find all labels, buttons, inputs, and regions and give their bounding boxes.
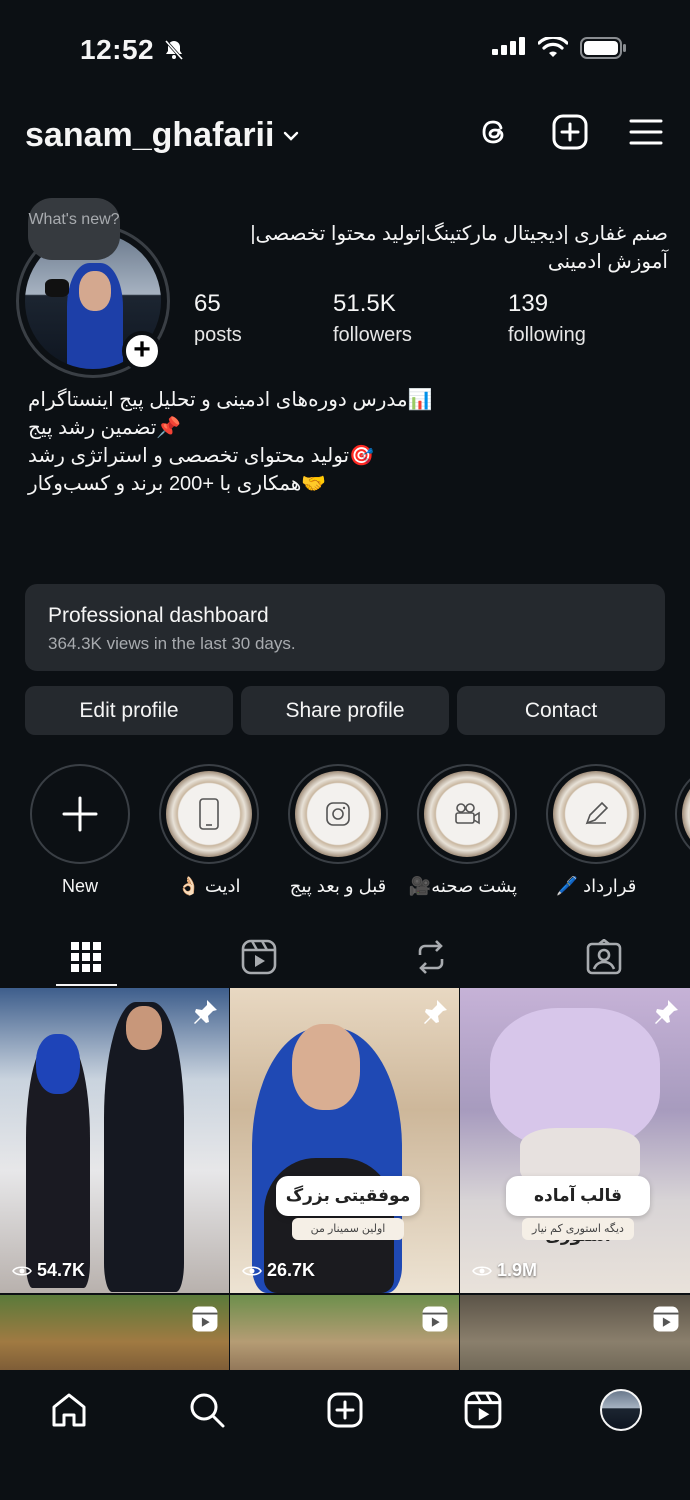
post-caption-sub: دیگه استوری کم نیار [522, 1218, 634, 1240]
bio-line: 🤝همکاری با +200 برند و کسب‌وکار [28, 473, 327, 495]
eye-icon [242, 1265, 262, 1276]
menu-icon[interactable] [628, 114, 664, 150]
username-switcher[interactable]: sanam_ghafarii [25, 116, 300, 155]
profile-actions: Edit profile Share profile Contact [25, 686, 665, 735]
highlight-partial[interactable] [675, 764, 690, 897]
create-icon [327, 1392, 363, 1428]
highlight-new[interactable]: New [30, 764, 130, 897]
story-highlights: New ادیت 👌🏻 قبل و بعد پیج پشت صحنه🎥 قرار… [30, 764, 690, 897]
pin-icon [424, 1000, 447, 1024]
status-time: 12:52 [80, 34, 186, 66]
note-bubble[interactable]: What's new? [28, 198, 120, 260]
professional-dashboard[interactable]: Professional dashboard 364.3K views in t… [25, 584, 665, 671]
home-icon [52, 1393, 86, 1427]
tagged-icon [586, 939, 622, 975]
mute-bell-icon [165, 40, 184, 60]
contact-button[interactable]: Contact [457, 686, 665, 735]
camera-icon [455, 803, 480, 825]
post-caption-sub: اولین سمینار من [292, 1218, 404, 1240]
stat-posts[interactable]: 65 posts [194, 290, 242, 347]
highlight-label: پشت صحنه🎥 [408, 876, 517, 896]
post-tile[interactable] [230, 1295, 459, 1373]
view-count: 26.7K [242, 1260, 315, 1281]
reels-icon [464, 1391, 502, 1429]
nav-profile[interactable] [591, 1389, 651, 1431]
pin-icon [194, 1000, 217, 1024]
share-profile-button[interactable]: Share profile [241, 686, 449, 735]
search-icon [190, 1393, 225, 1428]
threads-icon[interactable] [476, 114, 512, 150]
post-tile[interactable] [0, 1295, 229, 1373]
highlight-edit[interactable]: ادیت 👌🏻 [159, 764, 259, 897]
bio: 📊مدرس دوره‌های ادمینی و تحلیل پیج اینستا… [28, 386, 433, 498]
pin-icon [655, 1000, 678, 1024]
stat-followers[interactable]: 51.5K followers [333, 290, 412, 347]
status-indicators [492, 36, 628, 60]
post-caption: قالب آماده استوری [506, 1176, 650, 1245]
nav-reels[interactable] [453, 1390, 513, 1430]
tab-tagged[interactable] [518, 928, 690, 986]
instagram-icon [326, 802, 350, 826]
reposts-icon [418, 940, 444, 974]
grid-icon [71, 942, 102, 972]
signal-icon [492, 37, 525, 55]
profile-tabs [0, 928, 690, 986]
nav-home[interactable] [39, 1390, 99, 1430]
battery-icon [580, 37, 626, 59]
post-caption: موفقیتی بزرگ [276, 1176, 420, 1216]
bottom-nav [0, 1370, 690, 1500]
pen-icon [585, 801, 609, 825]
tab-grid[interactable] [0, 928, 173, 986]
post-tile[interactable] [460, 1295, 690, 1373]
highlight-behind-scenes[interactable]: پشت صحنه🎥 [408, 764, 517, 897]
dashboard-title: Professional dashboard [48, 604, 269, 627]
nav-search[interactable] [177, 1390, 237, 1430]
posts-grid: 54.7K موفقیتی بزرگ اولین سمینار من 26.7K… [0, 988, 690, 1373]
eye-icon [12, 1265, 32, 1276]
post-tile[interactable]: قالب آماده استوری دیگه استوری کم نیار 1.… [460, 988, 690, 1293]
highlight-contract[interactable]: قرارداد 🖊️ [546, 764, 646, 897]
reel-badge-icon [422, 1306, 448, 1332]
chevron-down-icon [284, 131, 299, 141]
bio-line: 🎯تولید محتوای تخصصی و استراتژی رشد [28, 445, 375, 467]
dashboard-subtitle: 364.3K views in the last 30 days. [48, 634, 296, 653]
post-tile[interactable]: موفقیتی بزرگ اولین سمینار من 26.7K [230, 988, 459, 1293]
bio-line: 📌تضمین رشد پیج [28, 417, 182, 439]
display-name: صنم غفاری |دیجیتال مارکتینگ|تولید محتوا … [250, 223, 668, 273]
wifi-icon [538, 37, 568, 57]
eye-icon [472, 1265, 492, 1276]
highlight-label: قبل و بعد پیج [289, 876, 387, 896]
edit-profile-button[interactable]: Edit profile [25, 686, 233, 735]
post-tile[interactable]: 54.7K [0, 988, 229, 1293]
nav-create[interactable] [315, 1390, 375, 1430]
stat-following[interactable]: 139 following [508, 290, 586, 347]
add-story-icon[interactable]: + [122, 331, 162, 371]
highlight-before-after[interactable]: قبل و بعد پیج [288, 764, 388, 897]
plus-icon [62, 796, 98, 832]
tab-reels[interactable] [173, 928, 346, 986]
highlight-label: ادیت 👌🏻 [177, 876, 241, 896]
highlight-label: قرارداد 🖊️ [555, 876, 637, 896]
view-count: 54.7K [12, 1260, 85, 1281]
view-count: 1.9M [472, 1260, 537, 1281]
reel-badge-icon [192, 1306, 218, 1332]
header-actions [476, 114, 664, 150]
reel-badge-icon [653, 1306, 679, 1332]
tab-reposts[interactable] [345, 928, 518, 986]
phone-icon [199, 798, 219, 830]
bio-line: 📊مدرس دوره‌های ادمینی و تحلیل پیج اینستا… [28, 389, 433, 411]
username: sanam_ghafarii [25, 116, 275, 154]
reels-icon [241, 939, 277, 975]
create-post-icon[interactable] [552, 114, 588, 150]
highlight-label: New [61, 876, 98, 896]
profile-avatar-small [600, 1389, 642, 1431]
